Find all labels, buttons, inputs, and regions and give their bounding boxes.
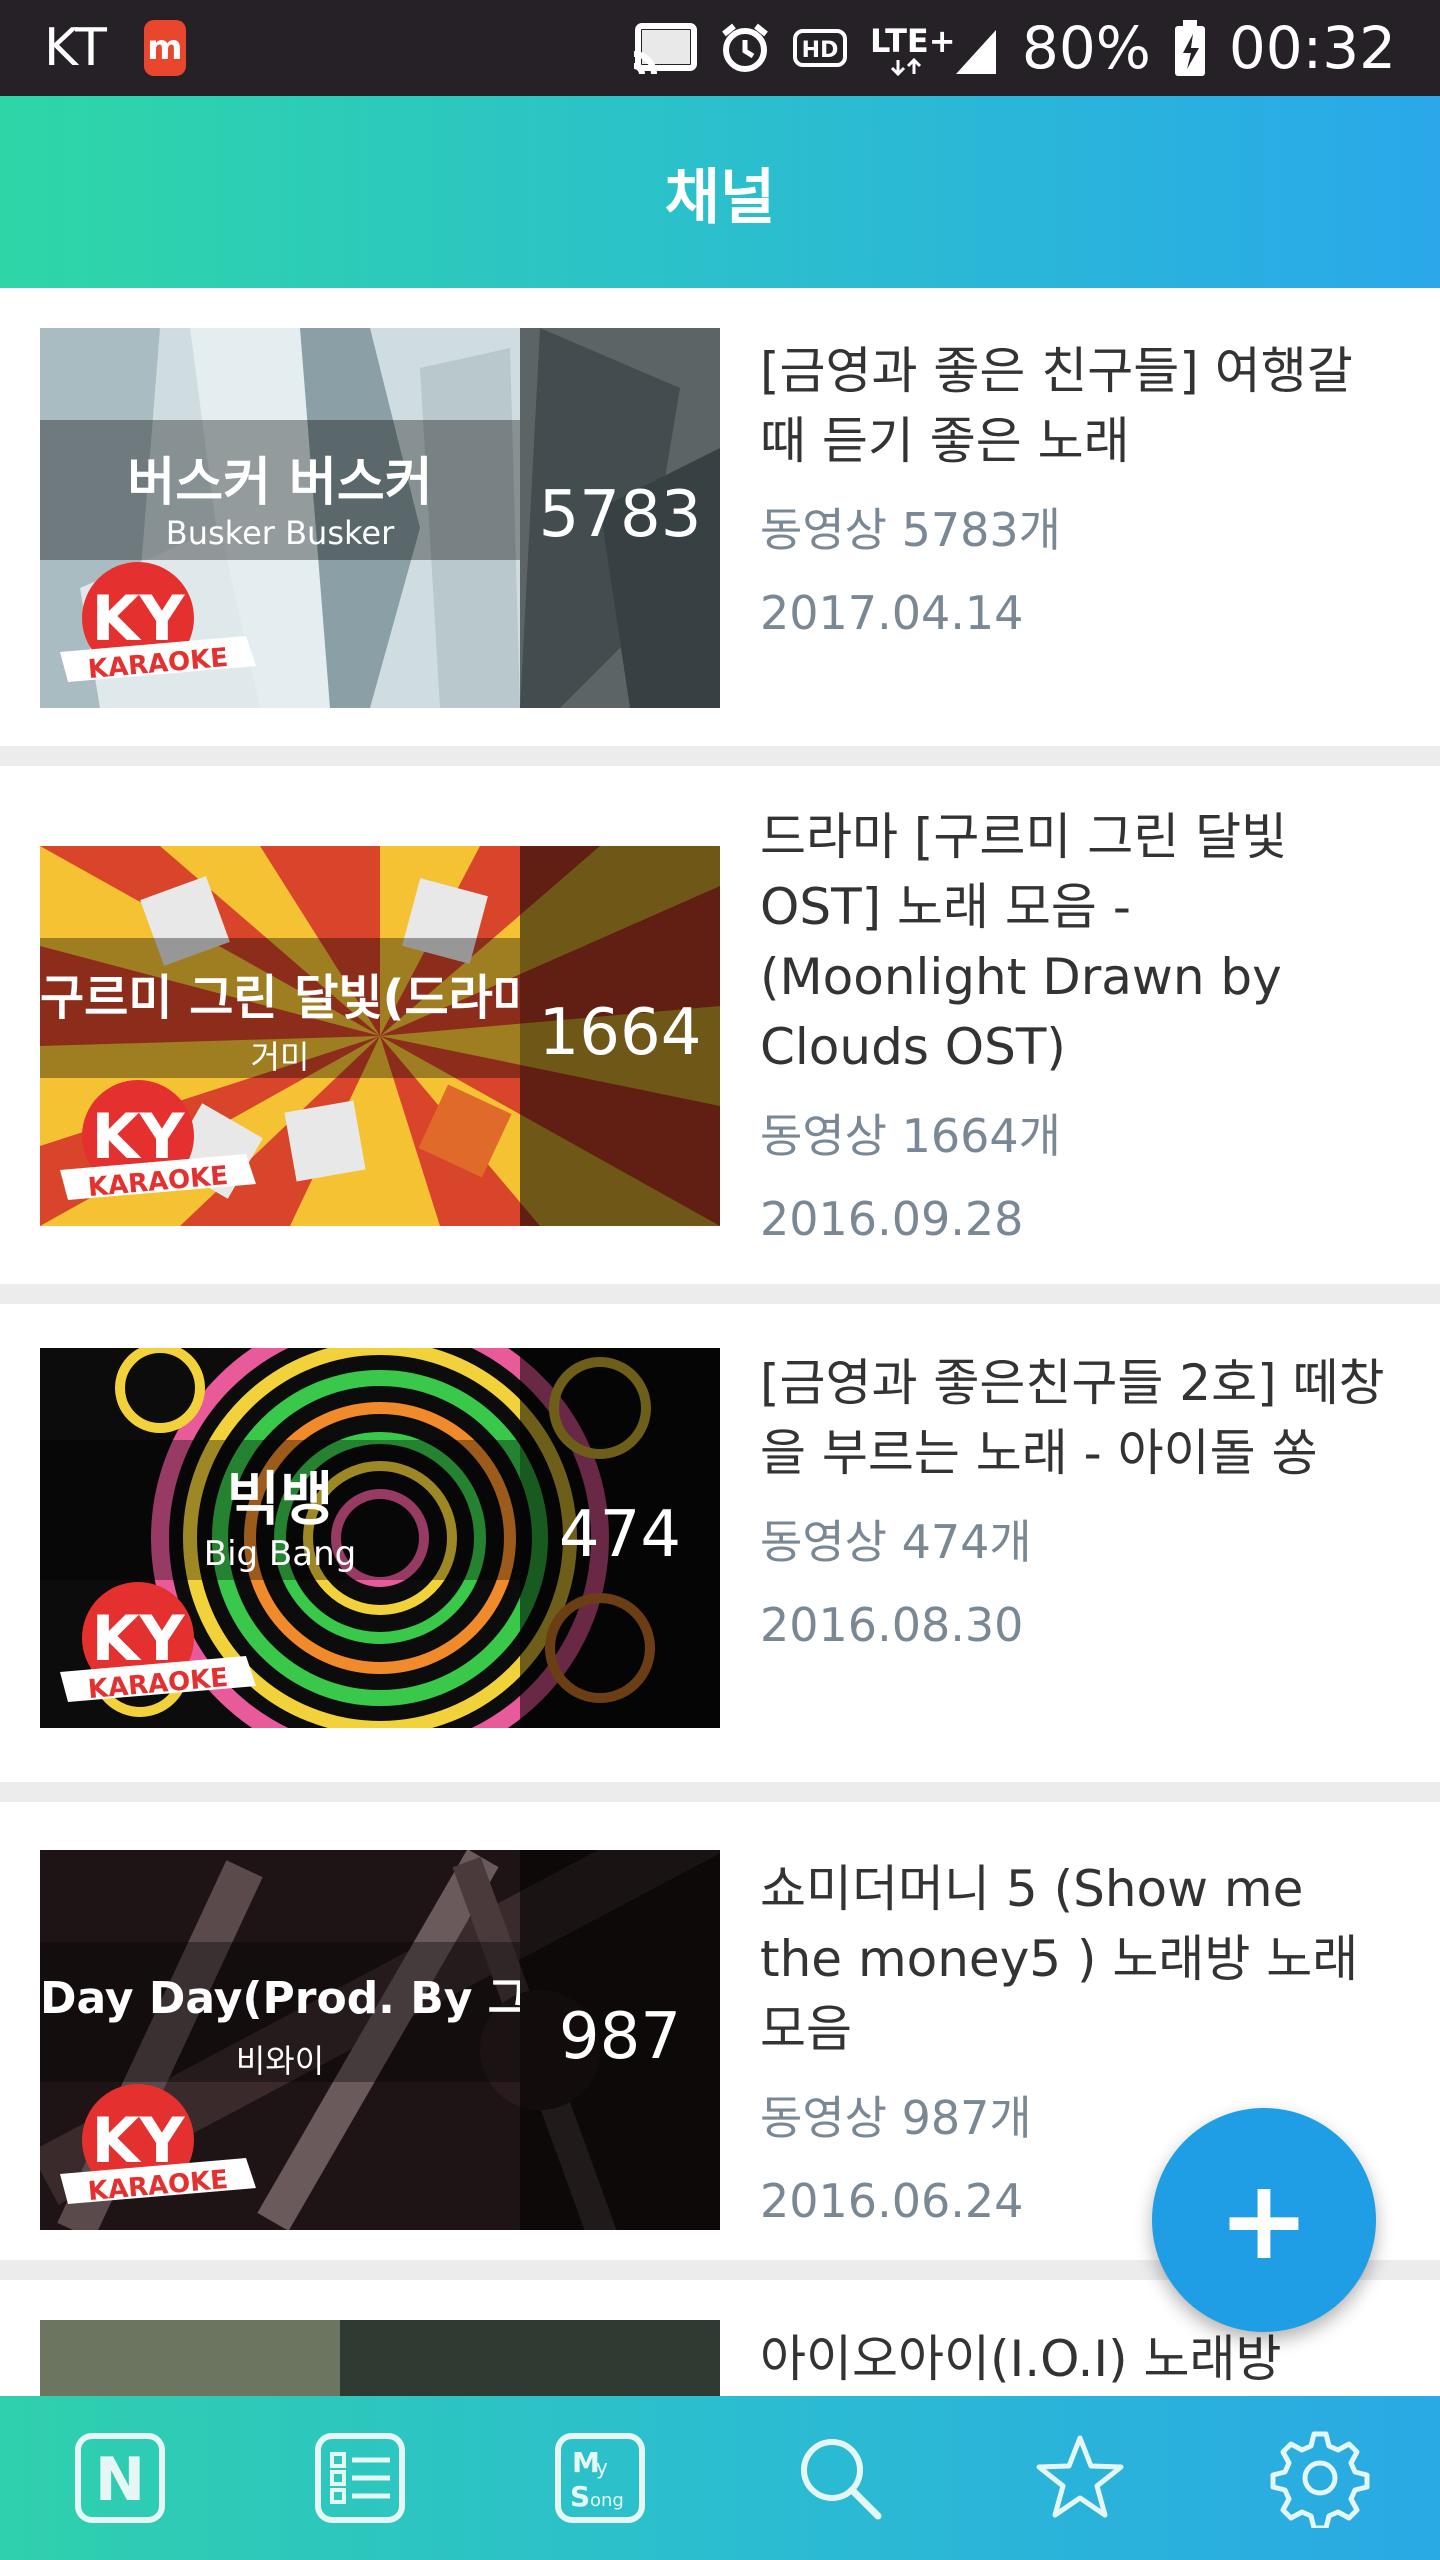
alarm-icon xyxy=(720,20,770,76)
channel-thumbnail[interactable]: 빅뱅 Big Bang 474 KY KARAOKE xyxy=(40,1348,720,1728)
svg-text:LTE+: LTE+ xyxy=(870,22,956,60)
list-icon xyxy=(315,2433,405,2523)
app-notification-icon: m xyxy=(143,20,186,76)
channel-date: 2016.08.30 xyxy=(760,1598,1024,1652)
thumbnail-song-title: 빅뱅 xyxy=(226,1465,334,1533)
thumbnail-video-count: 987 xyxy=(558,2000,682,2074)
carrier-label: KT xyxy=(44,18,108,78)
thumbnail-song-title: Day Day(Prod. By 그레이 (GRAY)) (Feat. 박재범) xyxy=(40,1973,520,2024)
channel-title: [금영과 좋은 친구들] 여행갈 때 듣기 좋은 노래 xyxy=(760,342,1353,470)
battery-percent: 80% xyxy=(1021,14,1151,82)
thumbnail-song-title: 버스커 버스커 xyxy=(127,453,433,513)
clock: 00:32 xyxy=(1228,14,1396,82)
app-header: 채널 xyxy=(0,96,1440,288)
my-song-icon: M y S ong xyxy=(555,2433,645,2523)
thumbnail-song-artist: 비와이 xyxy=(235,2042,325,2080)
n-icon: N xyxy=(75,2433,165,2523)
channel-info: 아이오아이(I.O.I) 노래방 xyxy=(760,2324,1400,2394)
hd-voice-icon: HD xyxy=(792,20,848,76)
channel-info: 드라마 [구르미 그린 달빛 OST] 노래 모음 - (Moonlight D… xyxy=(760,802,1400,1246)
status-bar: KT m HD LTE+ 80% 00:32 xyxy=(0,0,1440,96)
svg-text:ong: ong xyxy=(590,2490,624,2511)
nav-new-button[interactable]: N xyxy=(60,2418,180,2538)
cast-icon xyxy=(632,20,698,76)
add-channel-button[interactable]: + xyxy=(1152,2108,1376,2332)
thumbnail-song-artist: Big Bang xyxy=(203,1534,357,1574)
search-icon xyxy=(801,2439,882,2520)
channel-title: 드라마 [구르미 그린 달빛 OST] 노래 모음 - (Moonlight D… xyxy=(760,808,1288,1076)
thumbnail-song-artist: Busker Busker xyxy=(165,514,395,552)
channel-info: [금영과 좋은친구들 2호] 떼창을 부르는 노래 - 아이돌 쏭 동영상 47… xyxy=(760,1348,1400,1652)
svg-text:S: S xyxy=(570,2480,590,2513)
nav-settings-button[interactable] xyxy=(1260,2418,1380,2538)
channel-item[interactable]: 버스커 버스커 Busker Busker 5783 KY KARAOKE [금… xyxy=(0,288,1440,746)
thumbnail-song-title: 구르미 그린 달빛(드라마 "구르미 그린 달빛") xyxy=(40,970,520,1026)
channel-video-count: 동영상 5783개 xyxy=(760,503,1061,557)
gear-icon xyxy=(1270,2431,1370,2528)
svg-text:y: y xyxy=(596,2455,608,2479)
channel-title: 아이오아이(I.O.I) 노래방 xyxy=(760,2330,1282,2388)
thumbnail-video-count: 5783 xyxy=(538,478,702,552)
nav-my-song-button[interactable]: M y S ong xyxy=(540,2418,660,2538)
nav-list-button[interactable] xyxy=(300,2418,420,2538)
nav-favorites-button[interactable] xyxy=(1020,2418,1140,2538)
status-icons: HD LTE+ 80% 00:32 xyxy=(632,14,1396,82)
channel-item[interactable]: 빅뱅 Big Bang 474 KY KARAOKE [금영과 좋은친구들 2호… xyxy=(0,1304,1440,1782)
thumbnail-video-count: 1664 xyxy=(538,996,702,1070)
channel-video-count: 동영상 1664개 xyxy=(760,1109,1061,1163)
svg-text:N: N xyxy=(95,2445,145,2515)
channel-thumbnail[interactable]: 버스커 버스커 Busker Busker 5783 KY KARAOKE xyxy=(40,328,720,708)
star-icon xyxy=(1036,2435,1124,2518)
ky-karaoke-logo: KY KARAOKE xyxy=(60,1582,256,1705)
lte-signal-icon: LTE+ xyxy=(870,20,1000,76)
battery-charging-icon xyxy=(1173,20,1207,76)
channel-thumbnail[interactable]: 구르미 그린 달빛(드라마 "구르미 그린 달빛") 거미 1664 KY KA… xyxy=(40,846,720,1226)
svg-text:HD: HD xyxy=(802,38,839,63)
ky-karaoke-logo: KY KARAOKE xyxy=(60,2084,256,2207)
channel-date: 2016.09.28 xyxy=(760,1192,1024,1246)
nav-search-button[interactable] xyxy=(780,2418,900,2538)
channel-title: [금영과 좋은친구들 2호] 떼창을 부르는 노래 - 아이돌 쏭 xyxy=(760,1354,1385,1482)
channel-video-count: 동영상 474개 xyxy=(760,1515,1032,1569)
ky-karaoke-logo: KY KARAOKE xyxy=(60,1080,256,1203)
page-title: 채널 xyxy=(664,162,776,233)
thumbnail-video-count: 474 xyxy=(558,1498,682,1572)
thumbnail-song-artist: 거미 xyxy=(250,1038,310,1076)
channel-thumbnail[interactable]: Day Day(Prod. By 그레이 (GRAY)) (Feat. 박재범)… xyxy=(40,1850,720,2230)
channel-item[interactable]: 구르미 그린 달빛(드라마 "구르미 그린 달빛") 거미 1664 KY KA… xyxy=(0,766,1440,1284)
channel-title: 쇼미더머니 5 (Show me the money5 ) 노래방 노래모음 xyxy=(760,1860,1359,2058)
bottom-navigation: N M y S ong xyxy=(0,2396,1440,2560)
ky-karaoke-logo: KY KARAOKE xyxy=(60,562,256,685)
channel-date: 2017.04.14 xyxy=(760,586,1024,640)
channel-info: [금영과 좋은 친구들] 여행갈 때 듣기 좋은 노래 동영상 5783개 20… xyxy=(760,336,1400,640)
